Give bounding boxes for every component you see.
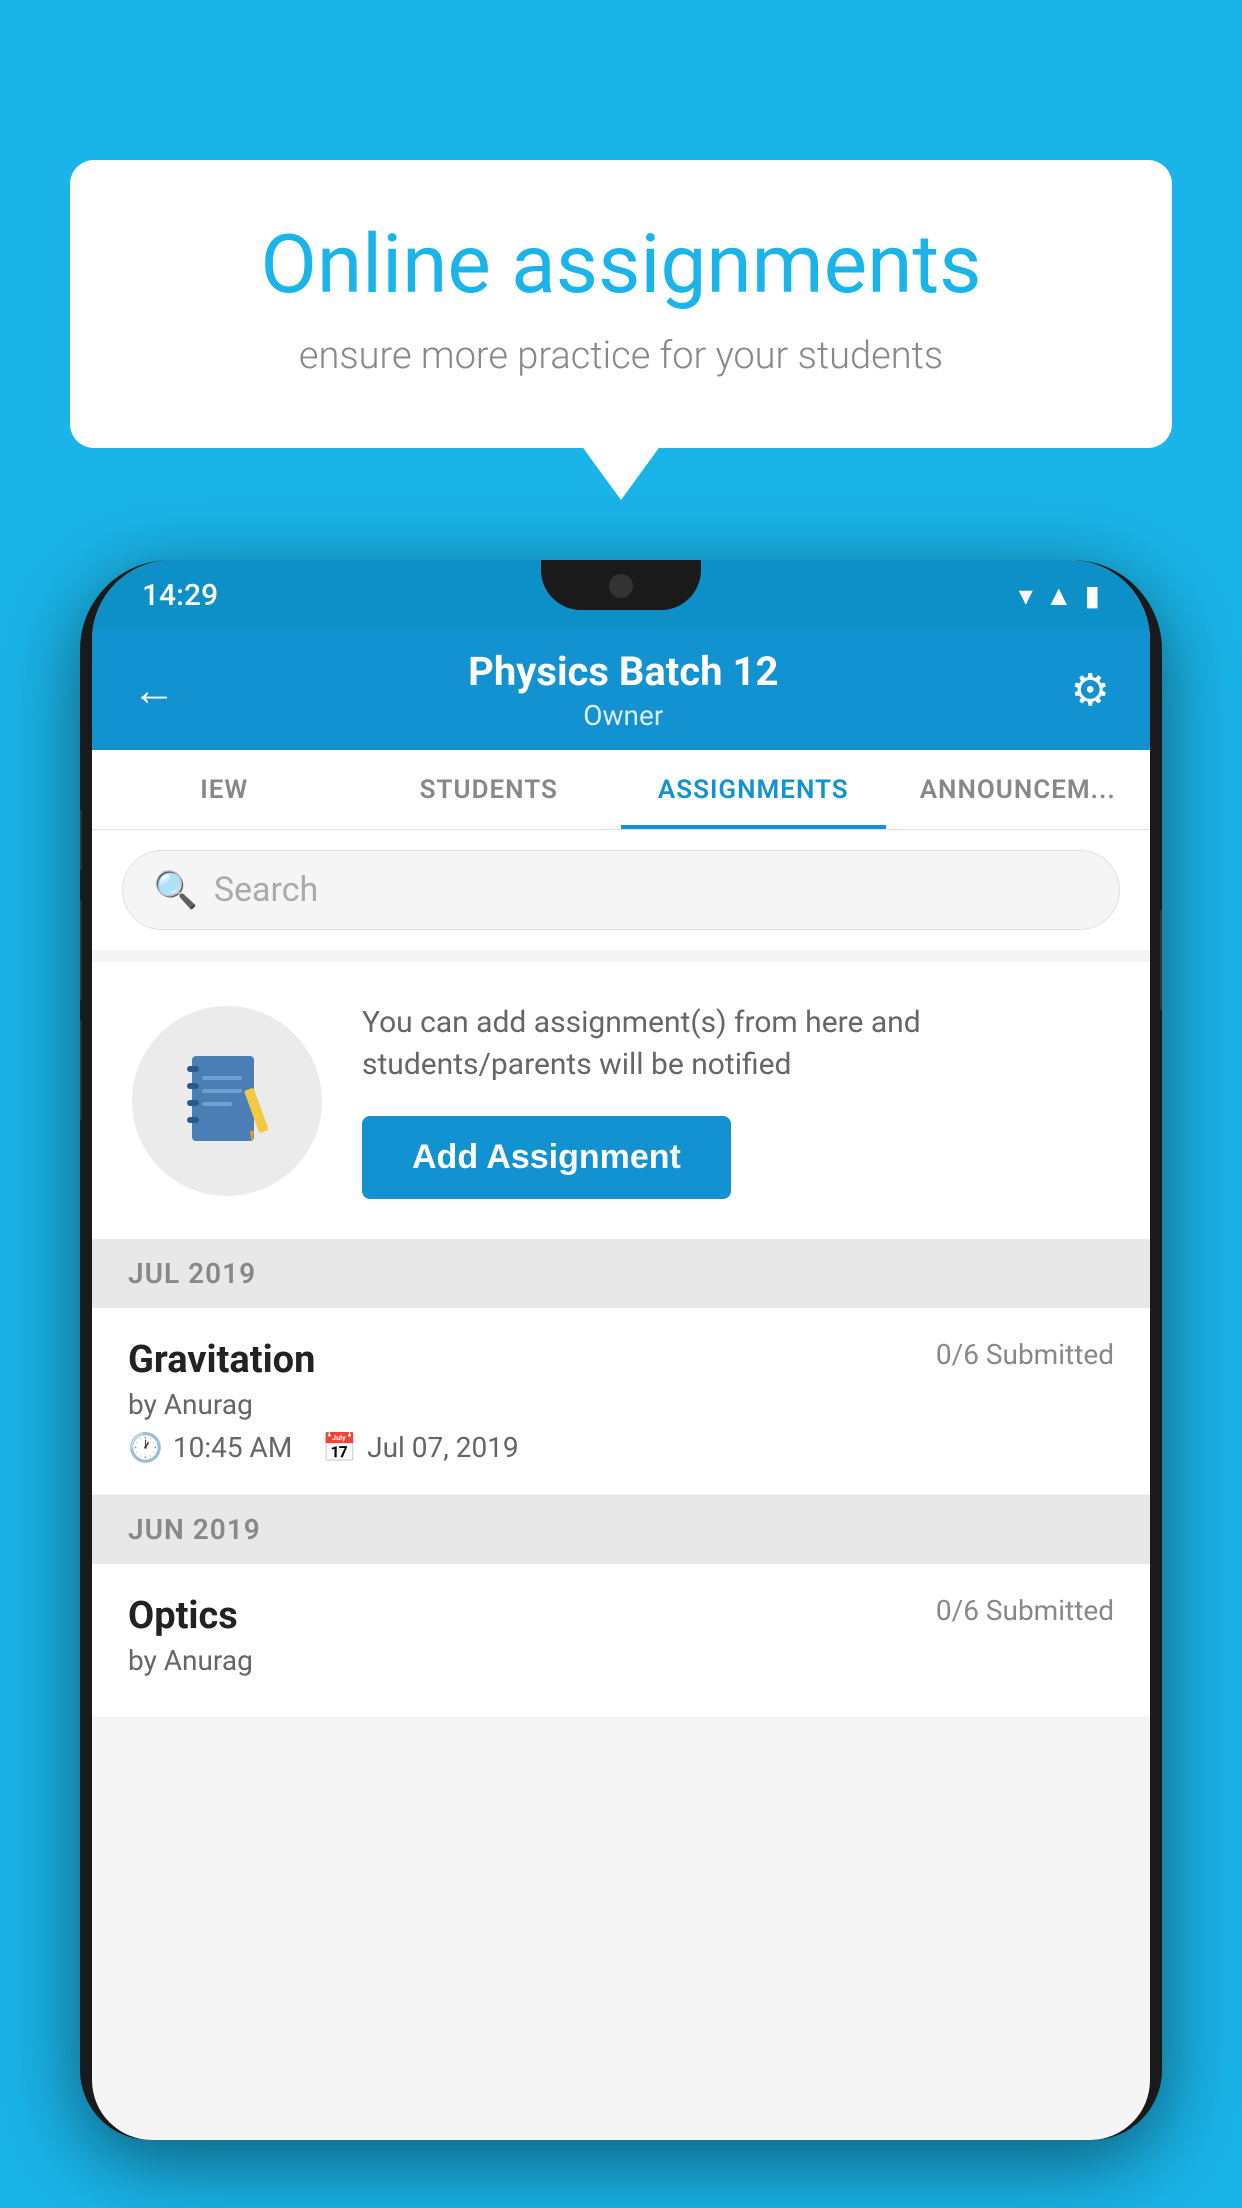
back-button[interactable]: ← (132, 664, 176, 716)
assignment-submitted: 0/6 Submitted (936, 1338, 1114, 1371)
header-title-block: Physics Batch 12 Owner (468, 648, 778, 732)
status-time: 14:29 (142, 578, 218, 613)
search-input[interactable]: Search (214, 870, 318, 910)
assignment-row1-optics: Optics 0/6 Submitted (128, 1594, 1114, 1638)
assignment-submitted-optics: 0/6 Submitted (936, 1594, 1114, 1627)
assignment-item-gravitation[interactable]: Gravitation 0/6 Submitted by Anurag 🕐 10… (92, 1308, 1150, 1495)
assignment-by-optics: by Anurag (128, 1644, 1114, 1677)
tab-students[interactable]: STUDENTS (357, 750, 622, 829)
tab-assignments[interactable]: ASSIGNMENTS (621, 750, 886, 829)
search-icon: 🔍 (153, 869, 198, 911)
assignment-date: Jul 07, 2019 (367, 1431, 519, 1464)
app-wrapper: 14:29 ▾ ▲ ▮ ← Physics Batch 12 Owner ⚙ (92, 560, 1150, 2140)
assignment-name-optics: Optics (128, 1594, 238, 1638)
tab-iew[interactable]: IEW (92, 750, 357, 829)
meta-date: 📅 Jul 07, 2019 (322, 1431, 518, 1464)
clock-icon: 🕐 (128, 1431, 163, 1464)
tabs-bar: IEW STUDENTS ASSIGNMENTS ANNOUNCEM... (92, 750, 1150, 830)
search-bar[interactable]: 🔍 Search (122, 850, 1120, 930)
assignment-by: by Anurag (128, 1388, 1114, 1421)
phone-frame: 14:29 ▾ ▲ ▮ ← Physics Batch 12 Owner ⚙ (80, 560, 1162, 2140)
assignment-name: Gravitation (128, 1338, 315, 1382)
app-header: ← Physics Batch 12 Owner ⚙ (92, 630, 1150, 750)
page-title: Physics Batch 12 (468, 648, 778, 695)
phone-container: 14:29 ▾ ▲ ▮ ← Physics Batch 12 Owner ⚙ (80, 560, 1162, 2208)
promo-card: You can add assignment(s) from here and … (92, 962, 1150, 1239)
assignment-meta: 🕐 10:45 AM 📅 Jul 07, 2019 (128, 1431, 1114, 1464)
tab-announcements[interactable]: ANNOUNCEM... (886, 750, 1151, 829)
speech-bubble-subtitle: ensure more practice for your students (150, 334, 1092, 378)
wifi-icon: ▾ (1019, 579, 1033, 612)
speech-bubble-container: Online assignments ensure more practice … (70, 160, 1172, 448)
settings-icon[interactable]: ⚙ (1071, 664, 1110, 716)
assignment-row1: Gravitation 0/6 Submitted (128, 1338, 1114, 1382)
meta-time: 🕐 10:45 AM (128, 1431, 292, 1464)
section-header-jun: JUN 2019 (92, 1495, 1150, 1564)
camera-button (80, 1020, 82, 1120)
phone-notch (541, 560, 701, 610)
phone-screen: 14:29 ▾ ▲ ▮ ← Physics Batch 12 Owner ⚙ (92, 560, 1150, 2140)
signal-icon: ▲ (1045, 579, 1073, 612)
assignment-time: 10:45 AM (173, 1431, 292, 1464)
assignment-item-optics[interactable]: Optics 0/6 Submitted by Anurag (92, 1564, 1150, 1718)
page-subtitle: Owner (468, 699, 778, 732)
volume-up-button (80, 810, 82, 870)
section-header-jul: JUL 2019 (92, 1239, 1150, 1308)
promo-icon-circle (132, 1006, 322, 1196)
status-icons: ▾ ▲ ▮ (1019, 579, 1100, 612)
power-button (1160, 910, 1162, 1010)
front-camera (609, 574, 633, 598)
battery-icon: ▮ (1085, 579, 1100, 612)
promo-text-block: You can add assignment(s) from here and … (362, 1002, 1110, 1199)
add-assignment-button[interactable]: Add Assignment (362, 1116, 731, 1199)
volume-down-button (80, 900, 82, 1000)
speech-bubble-title: Online assignments (150, 220, 1092, 310)
promo-description: You can add assignment(s) from here and … (362, 1002, 1110, 1086)
calendar-icon: 📅 (322, 1431, 357, 1464)
speech-bubble: Online assignments ensure more practice … (70, 160, 1172, 448)
search-container: 🔍 Search (92, 830, 1150, 950)
notebook-icon (182, 1051, 272, 1151)
